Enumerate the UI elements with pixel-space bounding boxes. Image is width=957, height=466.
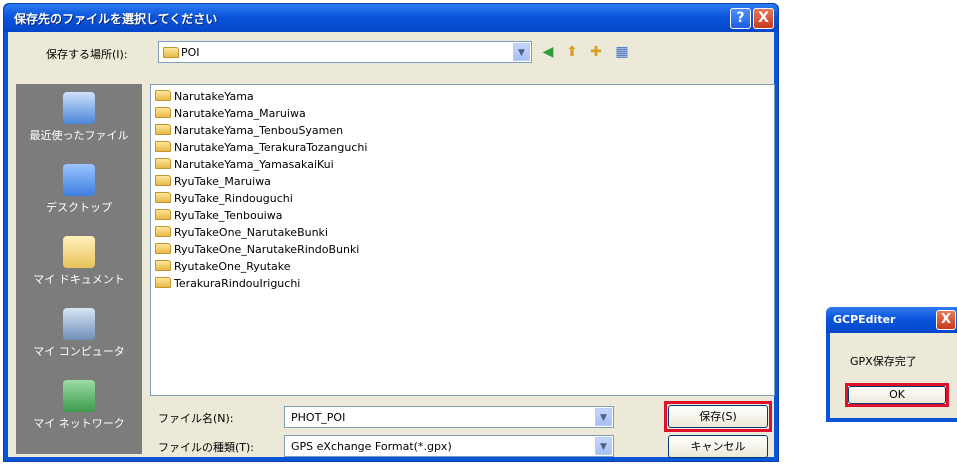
save-dialog-body: 保存する場所(I): POI ▼ ◀ ⬆ ✚ ▦ 最近使ったファイル デスクトッ… [8, 32, 775, 458]
place-my-documents[interactable]: マイ ドキュメント [16, 236, 142, 287]
highlight-box [664, 401, 772, 432]
place-desktop[interactable]: デスクトップ [16, 164, 142, 215]
location-value: POI [181, 46, 200, 59]
folder-icon [155, 175, 171, 186]
list-item[interactable]: NarutakeYama [155, 89, 254, 105]
filetype-value: GPS eXchange Format(*.gpx) [291, 440, 452, 453]
folder-icon [155, 158, 171, 169]
folder-icon [155, 209, 171, 220]
cancel-button[interactable]: キャンセル [668, 435, 768, 458]
filetype-label: ファイルの種類(T): [158, 441, 255, 454]
message-box-title: GCPEditer [833, 313, 896, 326]
list-item[interactable]: RyutakeOne_Ryutake [155, 259, 291, 275]
list-item[interactable]: NarutakeYama_Maruiwa [155, 106, 306, 122]
filename-label: ファイル名(N): [158, 412, 234, 425]
list-item[interactable]: RyuTakeOne_NarutakeRindoBunki [155, 242, 359, 258]
message-box-body: GPX保存完了 OK [830, 333, 957, 418]
list-item[interactable]: NarutakeYama_TerakuraTozanguchi [155, 140, 367, 156]
view-menu-icon[interactable]: ▦ [612, 42, 632, 62]
list-item[interactable]: RyuTake_Maruiwa [155, 174, 271, 190]
list-item[interactable]: NarutakeYama_TenbouSyamen [155, 123, 343, 139]
list-item[interactable]: NarutakeYama_YamasakaiKui [155, 157, 334, 173]
folder-icon [155, 141, 171, 152]
list-item[interactable]: RyuTake_Tenbouiwa [155, 208, 282, 224]
new-folder-icon[interactable]: ✚ [586, 42, 606, 62]
place-my-computer[interactable]: マイ コンピュータ [16, 308, 142, 359]
save-dialog-titlebar[interactable]: 保存先のファイルを選択してください ? X [4, 4, 778, 32]
folder-icon [163, 47, 179, 58]
chevron-down-icon[interactable]: ▼ [513, 43, 530, 61]
folder-icon [155, 107, 171, 118]
folder-icon [155, 90, 171, 101]
back-icon[interactable]: ◀ [538, 42, 558, 62]
save-dialog-title: 保存先のファイルを選択してください [14, 12, 218, 26]
chevron-down-icon[interactable]: ▼ [595, 408, 612, 426]
message-box: GCPEditer X GPX保存完了 OK [826, 307, 957, 422]
places-bar: 最近使ったファイル デスクトップ マイ ドキュメント マイ コンピュータ マイ … [16, 84, 142, 454]
filename-input[interactable]: PHOT_POI ▼ [284, 406, 614, 428]
message-text: GPX保存完了 [850, 355, 917, 368]
place-recent[interactable]: 最近使ったファイル [16, 92, 142, 143]
close-button[interactable]: X [753, 8, 774, 29]
place-label: 最近使ったファイル [29, 129, 129, 142]
file-list[interactable]: NarutakeYama NarutakeYama_Maruiwa Naruta… [150, 84, 775, 396]
folder-icon [155, 124, 171, 135]
close-button[interactable]: X [936, 310, 956, 330]
folder-icon [155, 260, 171, 271]
folder-icon [155, 192, 171, 203]
place-label: デスクトップ [46, 201, 112, 214]
list-item[interactable]: TerakuraRindouIriguchi [155, 276, 300, 292]
save-dialog: 保存先のファイルを選択してください ? X 保存する場所(I): POI ▼ ◀… [3, 3, 779, 462]
highlight-box [845, 383, 949, 407]
recent-documents-icon [63, 92, 95, 124]
list-item[interactable]: RyuTakeOne_NarutakeBunki [155, 225, 328, 241]
my-computer-icon [63, 308, 95, 340]
filetype-select[interactable]: GPS eXchange Format(*.gpx) ▼ [284, 435, 614, 457]
place-label: マイ ネットワーク [33, 417, 125, 430]
location-combo[interactable]: POI ▼ [158, 41, 532, 63]
place-my-network[interactable]: マイ ネットワーク [16, 380, 142, 431]
folder-icon [155, 243, 171, 254]
list-item[interactable]: RyuTake_Rindouguchi [155, 191, 293, 207]
help-button[interactable]: ? [730, 8, 751, 29]
place-label: マイ コンピュータ [33, 345, 125, 358]
folder-icon [155, 226, 171, 237]
chevron-down-icon[interactable]: ▼ [595, 437, 612, 455]
location-label: 保存する場所(I): [46, 48, 128, 61]
message-box-titlebar[interactable]: GCPEditer X [826, 307, 957, 333]
filename-value: PHOT_POI [291, 411, 346, 424]
my-network-icon [63, 380, 95, 412]
up-folder-icon[interactable]: ⬆ [562, 42, 582, 62]
place-label: マイ ドキュメント [33, 273, 125, 286]
my-documents-icon [63, 236, 95, 268]
desktop-icon [63, 164, 95, 196]
folder-icon [155, 277, 171, 288]
